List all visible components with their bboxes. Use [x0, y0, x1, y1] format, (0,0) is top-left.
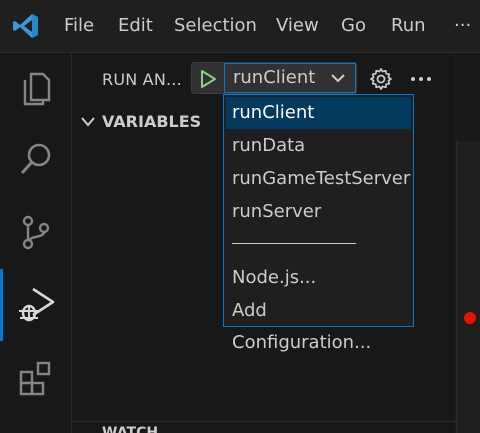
- dropdown-option-runserver[interactable]: runServer: [226, 196, 411, 228]
- dropdown-option-rungametestserver[interactable]: runGameTestServer: [226, 163, 411, 195]
- variables-section-label: VARIABLES: [102, 112, 202, 131]
- start-debugging-button[interactable]: [197, 68, 219, 90]
- vscode-window: File Edit Selection View Go Run ··· RUN …: [0, 0, 480, 433]
- launch-config-select[interactable]: runClient: [224, 63, 356, 93]
- dropdown-separator: [232, 243, 356, 244]
- menu-more[interactable]: ···: [454, 13, 471, 39]
- editor-tab-strip: [456, 53, 480, 141]
- menu-run[interactable]: Run: [391, 13, 426, 39]
- dropdown-option-rundata[interactable]: runData: [226, 130, 411, 162]
- active-indicator: [0, 269, 3, 341]
- menu-selection[interactable]: Selection: [174, 13, 257, 39]
- more-actions-icon[interactable]: [409, 67, 433, 91]
- dropdown-option-nodejs[interactable]: Node.js...: [226, 262, 411, 294]
- sidebar-title: RUN AN...: [102, 70, 182, 89]
- explorer-icon[interactable]: [17, 70, 55, 108]
- source-control-icon[interactable]: [17, 213, 55, 251]
- run-debug-icon[interactable]: [17, 285, 55, 323]
- selected-config-label: runClient: [233, 67, 316, 88]
- menu-edit[interactable]: Edit: [118, 13, 153, 39]
- menu-go[interactable]: Go: [341, 13, 366, 39]
- chevron-down-icon: [81, 117, 95, 127]
- breakpoint-marker[interactable]: [464, 312, 476, 324]
- chevron-down-icon: [331, 74, 345, 83]
- watch-section-label: WATCH: [102, 425, 159, 433]
- dropdown-option-add-configuration[interactable]: Add Configuration...: [226, 295, 411, 353]
- gear-icon[interactable]: [369, 67, 393, 91]
- activity-bar: [0, 53, 72, 433]
- menu-file[interactable]: File: [64, 13, 94, 39]
- vscode-logo-icon[interactable]: [12, 12, 40, 40]
- launch-config-dropdown: runClient runData runGameTestServer runS…: [223, 94, 414, 353]
- menu-view[interactable]: View: [276, 13, 319, 39]
- menu-bar: File Edit Selection View Go Run ···: [0, 0, 480, 53]
- dropdown-option-runclient[interactable]: runClient: [226, 97, 411, 129]
- extensions-icon[interactable]: [17, 359, 55, 397]
- search-icon[interactable]: [17, 140, 55, 178]
